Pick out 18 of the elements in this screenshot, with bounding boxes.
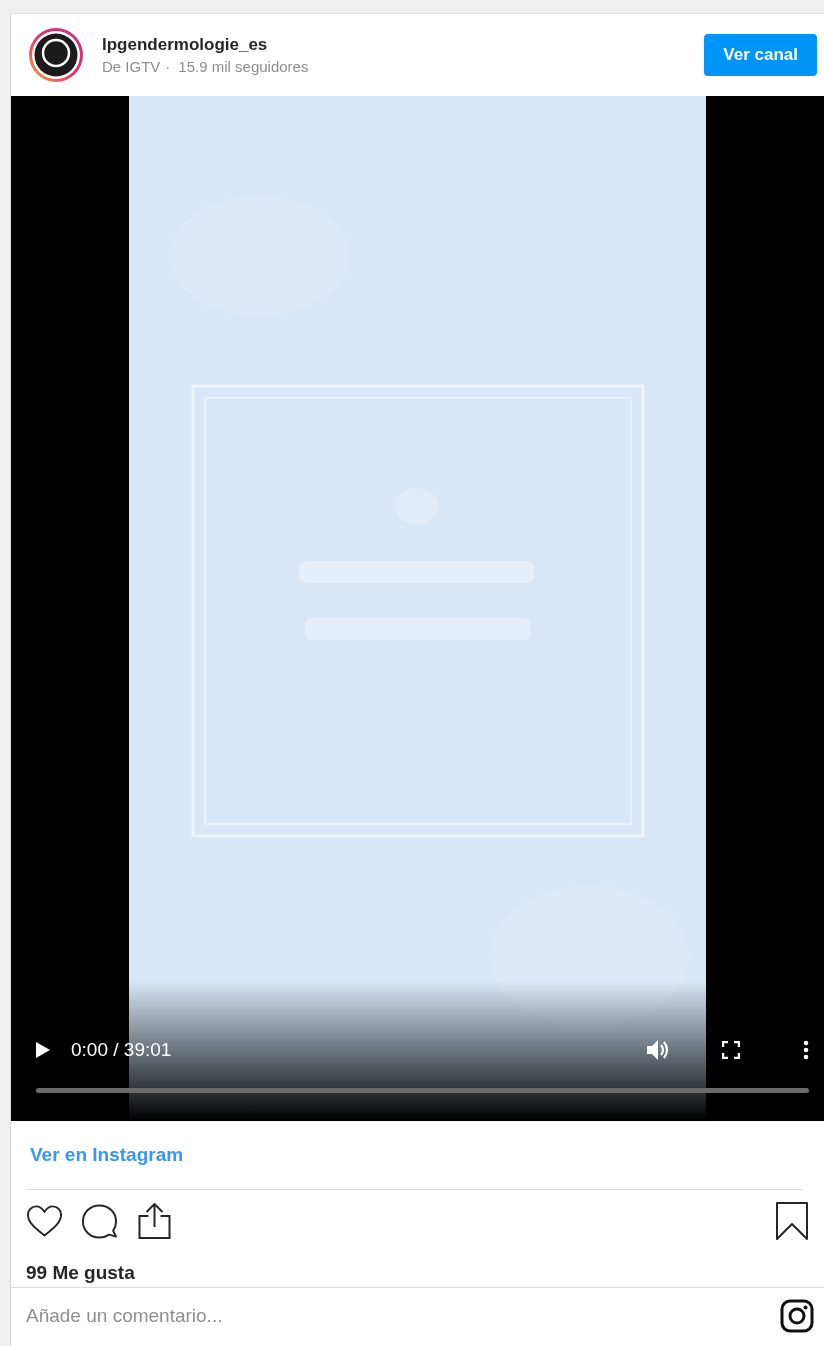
camera-icon[interactable]: [780, 1299, 814, 1333]
heart-icon[interactable]: [26, 1203, 63, 1239]
source-label: De IGTV: [102, 58, 161, 75]
view-channel-button[interactable]: Ver canal: [704, 34, 817, 76]
username[interactable]: lpgendermologie_es: [102, 35, 268, 55]
view-on-instagram-link[interactable]: Ver en Instagram: [30, 1144, 184, 1166]
more-options-icon[interactable]: [803, 1040, 809, 1060]
volume-icon[interactable]: [647, 1040, 669, 1060]
comment-field[interactable]: Añade un comentario...: [26, 1305, 780, 1327]
followers-count: 15.9 mil seguidores: [178, 58, 309, 75]
separator: ·: [165, 58, 171, 75]
play-icon[interactable]: [36, 1042, 50, 1058]
comment-icon[interactable]: [81, 1203, 118, 1239]
bookmark-icon[interactable]: [776, 1202, 808, 1240]
fullscreen-icon[interactable]: [722, 1041, 740, 1059]
avatar[interactable]: [28, 27, 84, 83]
likes-count: 99 Me gusta: [26, 1262, 136, 1284]
share-icon[interactable]: [136, 1203, 173, 1239]
